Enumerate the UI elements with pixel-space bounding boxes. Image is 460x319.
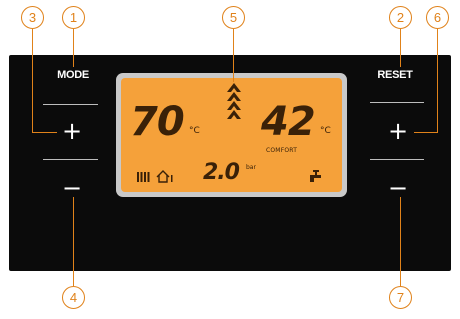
house-icon: [156, 170, 173, 183]
left-plus-button[interactable]: +: [55, 119, 89, 143]
pressure-value: 2.0: [203, 160, 240, 185]
flame-stack-icon: [227, 83, 241, 119]
callout-3: 3: [21, 6, 44, 29]
radiator-icon: [137, 172, 150, 182]
right-divider-bottom: [370, 159, 424, 160]
callout-7-leader: [400, 197, 401, 286]
callout-1-leader: [73, 29, 74, 67]
reset-button[interactable]: RESET: [367, 69, 423, 81]
right-divider-top: [370, 102, 424, 103]
callout-6-leader: [437, 29, 438, 132]
left-minus-button[interactable]: −: [55, 176, 89, 200]
callout-7: 7: [389, 286, 412, 309]
heating-unit: °C: [189, 126, 200, 136]
callout-2: 2: [389, 6, 412, 29]
dhw-temperature: 42: [261, 99, 316, 145]
heating-temperature: 70: [130, 99, 185, 145]
callout-2-leader: [400, 29, 401, 67]
right-minus-button[interactable]: −: [381, 176, 415, 200]
right-plus-button[interactable]: +: [381, 119, 415, 143]
mode-button[interactable]: MODE: [45, 69, 101, 81]
callout-6-leader-h: [414, 132, 438, 133]
callout-5-leader: [233, 29, 234, 82]
callout-4-leader: [73, 197, 74, 286]
callout-5: 5: [222, 6, 245, 29]
lcd-display: 70 °C 42 °C COMFORT 2.0 bar: [121, 78, 342, 192]
pressure-unit: bar: [246, 164, 256, 171]
tap-icon: [310, 170, 321, 182]
callout-6: 6: [426, 6, 449, 29]
callout-1: 1: [62, 6, 85, 29]
left-divider-top: [43, 104, 98, 105]
comfort-label: COMFORT: [266, 147, 298, 154]
callout-3-leader-h: [32, 132, 57, 133]
callout-4: 4: [62, 286, 85, 309]
left-divider-bottom: [43, 159, 98, 160]
dhw-unit: °C: [320, 126, 331, 136]
callout-3-leader: [32, 29, 33, 132]
